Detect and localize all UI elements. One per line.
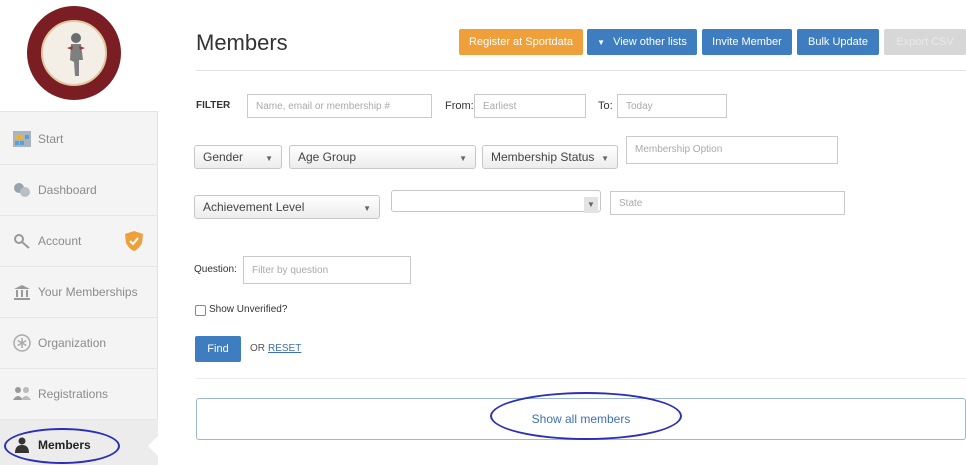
annotation-circle-members	[4, 428, 120, 464]
question-input[interactable]: Filter by question	[243, 256, 411, 284]
sidebar-item-label: Your Memberships	[38, 285, 138, 299]
sidebar-item-label: Registrations	[38, 387, 109, 401]
sidebar-item-registrations[interactable]: Registrations	[0, 369, 158, 420]
sidebar-item-members[interactable]: Members	[0, 420, 159, 465]
view-other-lists-label: View other lists	[613, 36, 687, 48]
show-unverified-checkbox[interactable]	[195, 305, 206, 316]
invite-member-button[interactable]: Invite Member	[702, 29, 792, 55]
membership-option-placeholder: Membership Option	[635, 144, 723, 155]
filter-label: FILTER	[196, 100, 231, 111]
from-label: From:	[445, 100, 474, 112]
federation-logo[interactable]	[27, 6, 121, 100]
state-input[interactable]: State	[610, 191, 845, 215]
or-text: OR	[250, 343, 265, 354]
search-input[interactable]: Name, email or membership #	[247, 94, 432, 118]
header-divider	[196, 70, 966, 71]
secondary-select[interactable]: ▼	[391, 190, 601, 213]
sidebar-item-label: Start	[38, 132, 64, 146]
caret-down-icon: ▼	[597, 37, 606, 47]
question-placeholder: Filter by question	[252, 264, 329, 276]
membership-status-value: Membership Status	[491, 150, 595, 164]
sidebar-item-label: Organization	[38, 336, 107, 350]
from-date-input[interactable]: Earliest	[474, 94, 586, 118]
to-date-input[interactable]: Today	[617, 94, 727, 118]
sidebar-item-account[interactable]: Account	[0, 216, 158, 267]
page-title: Members	[196, 30, 288, 55]
reset-link[interactable]: RESET	[268, 343, 301, 354]
find-button[interactable]: Find	[195, 336, 241, 362]
sidebar-item-start[interactable]: Start	[0, 114, 158, 165]
results-divider	[196, 378, 966, 379]
sidebar-nav: Start Dashboard Account Your Memberships	[0, 114, 159, 465]
shield-check-icon	[125, 231, 143, 251]
grid-icon	[12, 129, 32, 149]
chevron-down-icon: ▼	[363, 204, 371, 213]
sidebar-item-your-memberships[interactable]: Your Memberships	[0, 267, 158, 318]
bulk-update-button[interactable]: Bulk Update	[797, 29, 879, 55]
chevron-down-icon: ▼	[265, 154, 273, 163]
annotation-circle-show-all	[490, 392, 682, 440]
view-other-lists-button[interactable]: ▼ View other lists	[587, 29, 697, 55]
bank-icon	[12, 282, 32, 302]
age-group-select[interactable]: Age Group ▼	[289, 145, 476, 169]
active-indicator	[148, 435, 159, 457]
achievement-level-select[interactable]: Achievement Level ▼	[194, 195, 380, 219]
register-sportdata-button[interactable]: Register at Sportdata	[459, 29, 583, 55]
membership-status-select[interactable]: Membership Status ▼	[482, 145, 618, 169]
chevron-down-icon: ▼	[459, 154, 467, 163]
age-group-value: Age Group	[298, 150, 357, 164]
gender-value: Gender	[203, 150, 244, 164]
from-placeholder: Earliest	[483, 100, 517, 112]
state-placeholder: State	[619, 197, 643, 209]
sidebar-item-dashboard[interactable]: Dashboard	[0, 165, 158, 216]
export-button: Export CSV	[884, 29, 966, 55]
dashboard-icon	[12, 180, 32, 200]
fighter-icon	[67, 33, 85, 76]
chevron-down-icon: ▼	[601, 154, 609, 163]
people-icon	[12, 384, 32, 404]
chevron-down-icon: ▼	[584, 197, 598, 213]
search-placeholder: Name, email or membership #	[256, 100, 390, 112]
asterisk-icon	[12, 333, 32, 353]
membership-option-input[interactable]: Membership Option	[626, 136, 838, 164]
sidebar-item-organization[interactable]: Organization	[0, 318, 158, 369]
to-label: To:	[598, 100, 613, 112]
achievement-level-value: Achievement Level	[203, 200, 305, 214]
sidebar: Start Dashboard Account Your Memberships	[0, 0, 159, 465]
show-unverified-label: Show Unverified?	[209, 304, 288, 315]
question-label: Question:	[194, 264, 237, 275]
logo-area	[0, 0, 158, 112]
gender-select[interactable]: Gender ▼	[194, 145, 282, 169]
logo-inner	[41, 20, 107, 86]
to-placeholder: Today	[626, 100, 653, 112]
key-icon	[12, 231, 32, 251]
sidebar-item-label: Account	[38, 234, 82, 248]
sidebar-item-label: Dashboard	[38, 183, 97, 197]
